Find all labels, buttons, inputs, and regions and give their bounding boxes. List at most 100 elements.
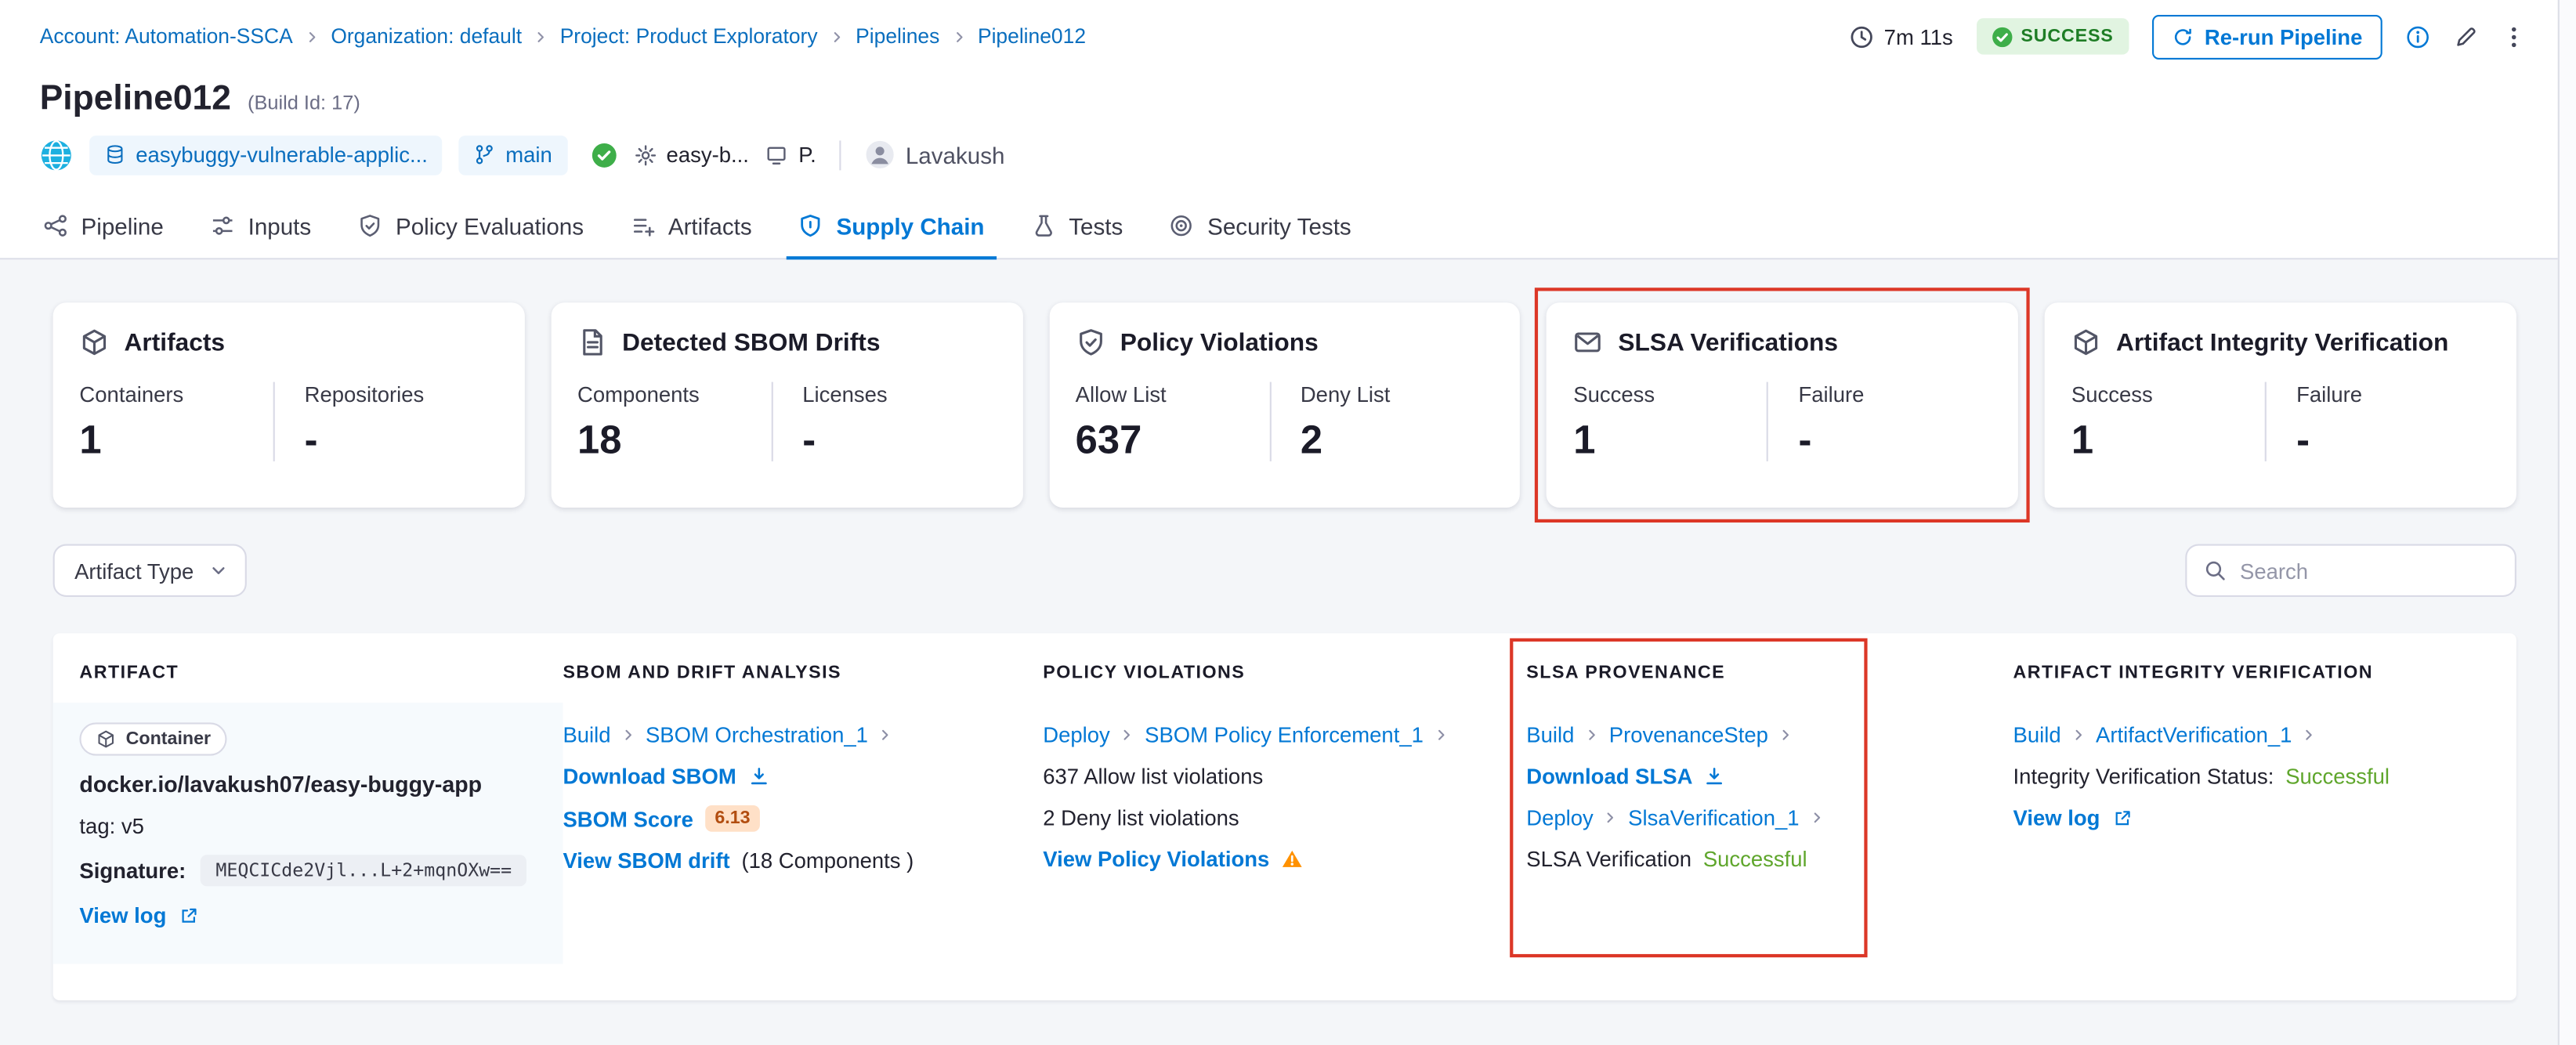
metric-label: Deny List xyxy=(1300,381,1391,407)
pipeline-icon xyxy=(43,213,68,238)
sbom-score-link[interactable]: SBOM Score xyxy=(563,806,693,831)
duration-text: 7m 11s xyxy=(1883,24,1953,49)
integrity-step-link[interactable]: ArtifactVerification_1 xyxy=(2096,722,2292,747)
external-link-icon xyxy=(2111,808,2131,827)
execution-tabs: Pipeline Inputs Policy Evaluations Artif… xyxy=(0,193,2576,260)
view-log-link[interactable]: View log xyxy=(79,902,166,927)
tab-artifacts[interactable]: Artifacts xyxy=(607,193,776,258)
slsa-provenance-step-link[interactable]: ProvenanceStep xyxy=(1609,722,1768,747)
build-id-label: (Build Id: 17) xyxy=(248,90,360,114)
metric-value: 18 xyxy=(577,418,622,464)
signature-value: MEQCICde2Vjl...L+2+mqnOXw== xyxy=(201,855,527,887)
page-header: Account: Automation-SSCA Organization: d… xyxy=(0,0,2576,260)
edit-pipeline-button[interactable] xyxy=(2454,24,2479,49)
sbom-score-badge: 6.13 xyxy=(704,805,761,832)
divider xyxy=(839,139,841,170)
column-header-artifact: ARTIFACT xyxy=(79,663,179,683)
chevron-right-icon xyxy=(1603,810,1618,825)
search-box[interactable] xyxy=(2185,544,2516,597)
more-options-button[interactable] xyxy=(2502,24,2527,49)
breadcrumb-project-link[interactable]: Project: Product Exploratory xyxy=(560,25,818,49)
view-sbom-drift-link[interactable]: View SBOM drift xyxy=(563,848,729,873)
artifacts-card: Artifacts Containers 1 Repositories - xyxy=(52,302,525,508)
environment-icon xyxy=(765,143,789,167)
metric-label: Success xyxy=(2071,381,2153,407)
slsa-verification-label: SLSA Verification xyxy=(1526,846,1692,872)
shield-icon xyxy=(798,213,823,238)
artifact-integrity-card: Artifact Integrity Verification Success 1… xyxy=(2045,302,2516,508)
info-icon xyxy=(2405,24,2430,49)
integrity-stage-link[interactable]: Build xyxy=(2013,722,2061,747)
policy-violations-card: Policy Violations Allow List 637 Deny Lis… xyxy=(1048,302,1521,508)
slsa-verification-step-link[interactable]: SlsaVerification_1 xyxy=(1628,805,1799,830)
flask-icon xyxy=(1031,213,1056,238)
chevron-right-icon xyxy=(878,728,893,743)
table-row: Container docker.io/lavakush07/easy-bugg… xyxy=(52,703,2490,964)
slsa-cell: Build ProvenanceStep Download SLSA Deplo… xyxy=(1526,703,2013,964)
artifact-cell: Container docker.io/lavakush07/easy-bugg… xyxy=(52,703,563,964)
tab-pipeline[interactable]: Pipeline xyxy=(20,193,186,258)
user-name: Lavakush xyxy=(905,141,1005,168)
sbom-cell: Build SBOM Orchestration_1 Download SBOM… xyxy=(563,703,1043,964)
artifact-type-dropdown[interactable]: Artifact Type xyxy=(52,544,247,597)
metric-value: 1 xyxy=(2071,418,2094,464)
chevron-right-icon xyxy=(534,29,548,44)
view-log-link[interactable]: View log xyxy=(2013,805,2100,830)
metric-value: - xyxy=(2296,418,2310,464)
slsa-verifications-card: SLSA Verifications Success 1 Failure - xyxy=(1547,302,2019,508)
download-slsa-link[interactable]: Download SLSA xyxy=(1526,764,1692,789)
target-icon xyxy=(1170,213,1195,238)
view-policy-violations-link[interactable]: View Policy Violations xyxy=(1043,847,1269,872)
card-title: SLSA Verifications xyxy=(1618,327,1839,356)
breadcrumb-org-link[interactable]: Organization: default xyxy=(331,25,522,49)
tab-supply-chain[interactable]: Supply Chain xyxy=(775,193,1008,260)
warning-icon xyxy=(1282,850,1302,867)
tab-tests[interactable]: Tests xyxy=(1008,193,1146,258)
slsa-build-stage-link[interactable]: Build xyxy=(1526,722,1574,747)
download-sbom-link[interactable]: Download SBOM xyxy=(563,764,736,789)
chevron-right-icon xyxy=(829,29,844,44)
artifact-name: docker.io/lavakush07/easy-buggy-app xyxy=(79,772,483,797)
tab-inputs[interactable]: Inputs xyxy=(186,193,334,258)
sliders-icon xyxy=(210,213,235,238)
sbom-stage-link[interactable]: Build xyxy=(563,722,610,747)
breadcrumb: Account: Automation-SSCA Organization: d… xyxy=(40,25,1086,49)
service-name: easy-b... xyxy=(666,142,749,168)
breadcrumb-pipeline-link[interactable]: Pipeline012 xyxy=(978,25,1086,49)
policy-stage-link[interactable]: Deploy xyxy=(1043,722,1110,747)
card-title: Artifact Integrity Verification xyxy=(2115,327,2449,356)
branch-chip[interactable]: main xyxy=(459,135,567,175)
tab-policy-evaluations[interactable]: Policy Evaluations xyxy=(335,193,607,258)
drift-components-note: (18 Components ) xyxy=(741,848,914,873)
status-text: SUCCESS xyxy=(2021,26,2114,47)
integrity-status-label: Integrity Verification Status: xyxy=(2013,764,2274,789)
artifact-type-label: Artifact Type xyxy=(74,558,194,584)
environment-item[interactable]: P. xyxy=(765,143,816,167)
rerun-pipeline-button[interactable]: Re-run Pipeline xyxy=(2151,13,2382,59)
repository-name: easybuggy-vulnerable-applic... xyxy=(136,142,428,168)
info-button[interactable] xyxy=(2405,24,2430,49)
chevron-right-icon xyxy=(1809,810,1824,825)
repository-chip[interactable]: easybuggy-vulnerable-applic... xyxy=(89,135,443,175)
slsa-deploy-stage-link[interactable]: Deploy xyxy=(1526,805,1594,830)
summary-cards: Artifacts Containers 1 Repositories - Dete… xyxy=(52,287,2516,523)
breadcrumb-pipelines-link[interactable]: Pipelines xyxy=(856,25,939,49)
tab-label: Supply Chain xyxy=(836,212,985,240)
shield-check-icon xyxy=(1076,327,1105,357)
rerun-pipeline-label: Re-run Pipeline xyxy=(2204,24,2363,49)
cube-icon xyxy=(2071,327,2101,357)
search-input[interactable] xyxy=(2240,558,2498,584)
pencil-icon xyxy=(2454,24,2479,49)
codebase-icon xyxy=(41,139,71,170)
tab-security-tests[interactable]: Security Tests xyxy=(1146,193,1374,258)
sbom-step-link[interactable]: SBOM Orchestration_1 xyxy=(646,722,868,747)
cube-icon xyxy=(79,327,109,357)
service-item[interactable]: easy-b... xyxy=(633,142,749,168)
policy-step-link[interactable]: SBOM Policy Enforcement_1 xyxy=(1145,722,1424,747)
breadcrumb-account-link[interactable]: Account: Automation-SSCA xyxy=(40,25,293,49)
tab-label: Policy Evaluations xyxy=(395,212,584,240)
kebab-menu-icon xyxy=(2502,24,2527,49)
chevron-right-icon xyxy=(1584,728,1599,743)
chevron-right-icon xyxy=(1434,728,1449,743)
vertical-scrollbar[interactable] xyxy=(2557,0,2576,1045)
